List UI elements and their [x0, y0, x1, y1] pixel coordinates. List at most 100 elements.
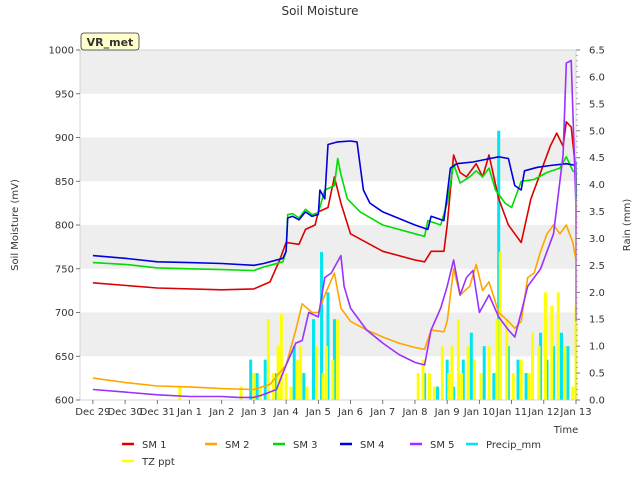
tz-ppt-bar	[321, 373, 325, 400]
tz-ppt-bar	[299, 346, 303, 400]
x-tick-label: Jan 6	[337, 407, 363, 418]
y-right-tick-label: 6.0	[589, 72, 605, 83]
tz-ppt-bar	[473, 359, 477, 400]
legend-label: SM 1	[142, 440, 167, 451]
tz-ppt-bar	[427, 373, 431, 400]
y-right-tick-label: 2.0	[589, 288, 605, 299]
legend-label: TZ ppt	[141, 457, 175, 468]
precip-mm-bar	[516, 359, 520, 400]
y-right-tick-label: 4.0	[589, 180, 605, 191]
y-right-tick-label: 1.0	[589, 342, 605, 353]
tz-ppt-bar	[178, 386, 182, 400]
tz-ppt-bar	[450, 346, 454, 400]
tz-ppt-bar	[550, 305, 554, 400]
tz-ppt-bar	[305, 386, 309, 400]
x-tick-label: Jan 1	[176, 407, 202, 418]
grid-band	[80, 50, 576, 94]
y-left-tick-label: 800	[55, 221, 74, 232]
badge-label: VR_met	[87, 36, 134, 49]
x-axis-label: Time	[553, 425, 578, 436]
x-tick-label: Jan 4	[273, 407, 299, 418]
y-left-tick-label: 850	[55, 177, 74, 188]
tz-ppt-bar	[460, 373, 464, 400]
precip-mm-bar	[249, 359, 253, 400]
x-tick-label: Jan 11	[495, 407, 527, 418]
y-left-tick-label: 700	[55, 308, 74, 319]
x-tick-label: Jan 3	[240, 407, 266, 418]
chart-title: Soil Moisture	[281, 4, 358, 18]
x-tick-label: Jan 2	[208, 407, 234, 418]
tz-ppt-bar	[289, 386, 293, 400]
y-right-tick-label: 3.0	[589, 234, 605, 245]
tz-ppt-bar	[336, 319, 340, 400]
tz-ppt-bar	[511, 373, 515, 400]
tz-ppt-bar	[519, 359, 523, 400]
legend-label: SM 5	[430, 440, 455, 451]
tz-ppt-bar	[447, 373, 451, 400]
tz-ppt-bar	[487, 346, 491, 400]
precip-mm-bar	[302, 373, 306, 400]
tz-ppt-bar	[279, 313, 283, 400]
x-tick-label: Dec 30	[107, 407, 142, 418]
tz-ppt-bar	[331, 359, 335, 400]
y-right-tick-label: 5.5	[589, 99, 605, 110]
chart-svg: Soil Moisture 600 650 700 750 800 850 900 950 10…	[10, 4, 633, 468]
tz-ppt-bar	[324, 346, 328, 400]
legend-label: SM 4	[360, 440, 385, 451]
tz-ppt-bar	[266, 319, 270, 400]
y-left-tick-label: 1000	[49, 46, 74, 57]
x-tick-label: Jan 5	[305, 407, 331, 418]
precip-mm-bar	[524, 373, 528, 400]
precip-mm-bar	[482, 346, 486, 400]
y-right-tick-label: 1.5	[589, 315, 605, 326]
tz-ppt-bar	[543, 292, 547, 400]
y-axis-left-label: Soil Moisture (mV)	[10, 179, 21, 271]
tz-ppt-bar	[505, 319, 509, 400]
x-tick-label: Dec 31	[140, 407, 175, 418]
legend-label: SM 3	[293, 440, 318, 451]
y-axis-right-label: Rain (mm)	[622, 199, 633, 252]
tz-ppt-bar	[284, 373, 288, 400]
x-tick-label: Jan 13	[559, 407, 591, 418]
tz-ppt-bar	[537, 346, 541, 400]
tz-ppt-bar	[531, 332, 535, 400]
x-tick-label: Jan 9	[434, 407, 460, 418]
tz-ppt-bar	[456, 319, 460, 400]
tz-ppt-bar	[416, 373, 420, 400]
soil-moisture-chart: Soil Moisture 600 650 700 750 800 850 900 950 10…	[0, 0, 640, 480]
tz-ppt-bar	[495, 319, 499, 400]
y-right-tick-label: 3.5	[589, 207, 605, 218]
x-tick-label: Jan 12	[527, 407, 559, 418]
y-right-tick-label: 5.0	[589, 126, 605, 137]
tz-ppt-bar	[563, 346, 567, 400]
tz-ppt-bar	[295, 359, 299, 400]
precip-mm-bar	[436, 386, 440, 400]
y-left-tick-label: 600	[55, 396, 74, 407]
tz-ppt-bar	[315, 346, 319, 400]
tz-ppt-bar	[440, 346, 444, 400]
precip-mm-bar	[560, 332, 564, 400]
x-tick-label: Jan 7	[369, 407, 395, 418]
x-tick-label: Jan 8	[401, 407, 427, 418]
y-left-tick-label: 650	[55, 352, 74, 363]
tz-ppt-bar	[556, 292, 560, 400]
legend-label: SM 2	[225, 440, 250, 451]
y-left-tick-label: 900	[55, 133, 74, 144]
x-tick-label: Jan 10	[463, 407, 495, 418]
x-tick-label: Dec 29	[75, 407, 110, 418]
tz-ppt-bar	[271, 373, 275, 400]
y-right-tick-label: 6.5	[589, 46, 605, 57]
tz-ppt-bar	[466, 346, 470, 400]
tz-ppt-bar	[527, 373, 531, 400]
station-badge: VR_met	[80, 32, 140, 51]
precip-mm-bar	[312, 319, 316, 400]
precip-mm-bar	[566, 346, 570, 400]
tz-ppt-bar	[498, 251, 502, 400]
tz-ppt-bar	[252, 373, 256, 400]
precip-mm-bar	[292, 346, 296, 400]
y-right-tick-label: 4.5	[589, 153, 605, 164]
y-right-tick-label: 0.0	[589, 396, 605, 407]
legend: SM 1 SM 2 SM 3 SM 4 SM 5 Precip_mm TZ ppt	[122, 440, 541, 468]
y-right-tick-label: 0.5	[589, 369, 605, 380]
y-left-tick-label: 750	[55, 264, 74, 275]
